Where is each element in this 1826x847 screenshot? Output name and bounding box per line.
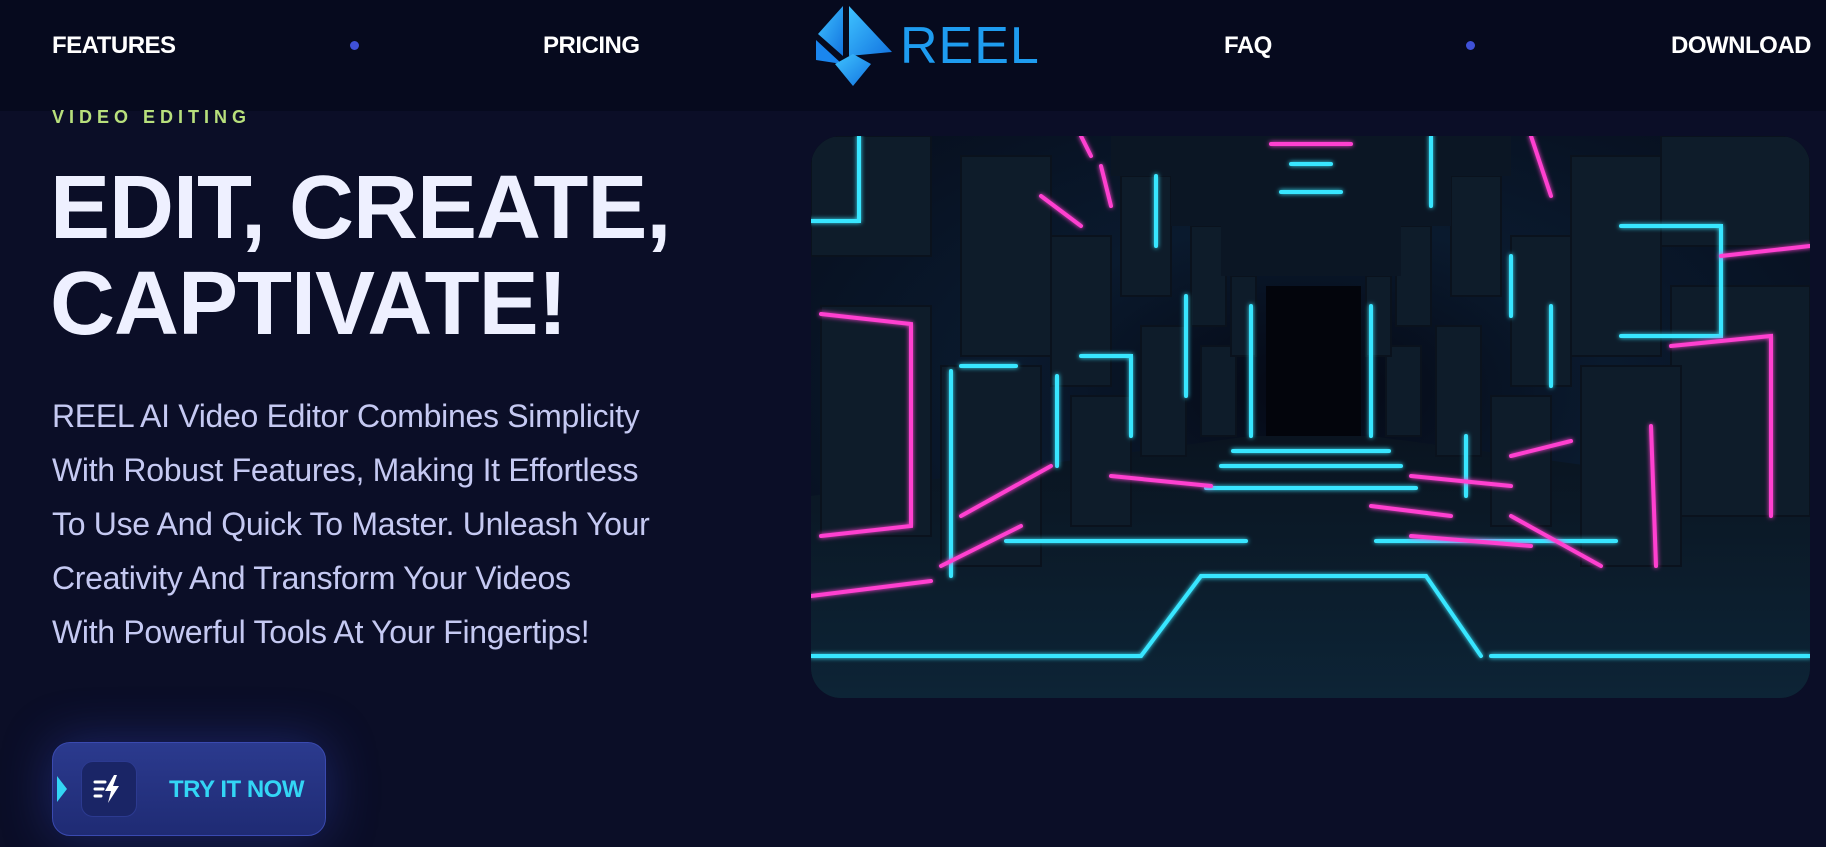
neon-corridor-illustration <box>811 136 1810 698</box>
nav-features-link[interactable]: FEATURES <box>52 29 176 63</box>
top-navbar: FEATURES PRICING REEL FAQ DOWNLOAD <box>0 0 1826 111</box>
headline-line: EDIT, CREATE, <box>50 158 671 258</box>
description-line: With Powerful Tools At Your Fingertips! <box>52 614 590 650</box>
hero-description: REEL AI Video Editor Combines Simplicity… <box>52 389 752 659</box>
description-line: REEL AI Video Editor Combines Simplicity <box>52 398 640 434</box>
nav-faq-link[interactable]: FAQ <box>1224 29 1272 63</box>
nav-separator-dot <box>1466 41 1475 50</box>
description-line: To Use And Quick To Master. Unleash Your <box>52 506 650 542</box>
try-it-now-button[interactable]: TRY IT NOW <box>52 742 326 836</box>
hero-eyebrow: VIDEO EDITING <box>52 107 252 127</box>
lightning-speed-icon <box>93 775 119 803</box>
nav-pricing-link[interactable]: PRICING <box>543 29 640 63</box>
neon-corridor-image <box>811 136 1810 698</box>
description-line: With Robust Features, Making It Effortle… <box>52 452 639 488</box>
description-line: Creativity And Transform Your Videos <box>52 560 571 596</box>
cta-icon-box <box>81 761 137 817</box>
hero-headline: EDIT, CREATE, CAPTIVATE! <box>50 160 810 352</box>
cta-label: TRY IT NOW <box>169 776 305 803</box>
logo-wordmark: REEL <box>900 17 1040 75</box>
reel-logo[interactable]: REEL <box>808 4 1039 86</box>
play-arrow-icon <box>57 776 67 802</box>
headline-line: CAPTIVATE! <box>50 254 568 354</box>
nav-separator-dot <box>350 41 359 50</box>
diamond-logo-icon <box>816 6 892 86</box>
nav-download-link[interactable]: DOWNLOAD <box>1671 29 1811 63</box>
